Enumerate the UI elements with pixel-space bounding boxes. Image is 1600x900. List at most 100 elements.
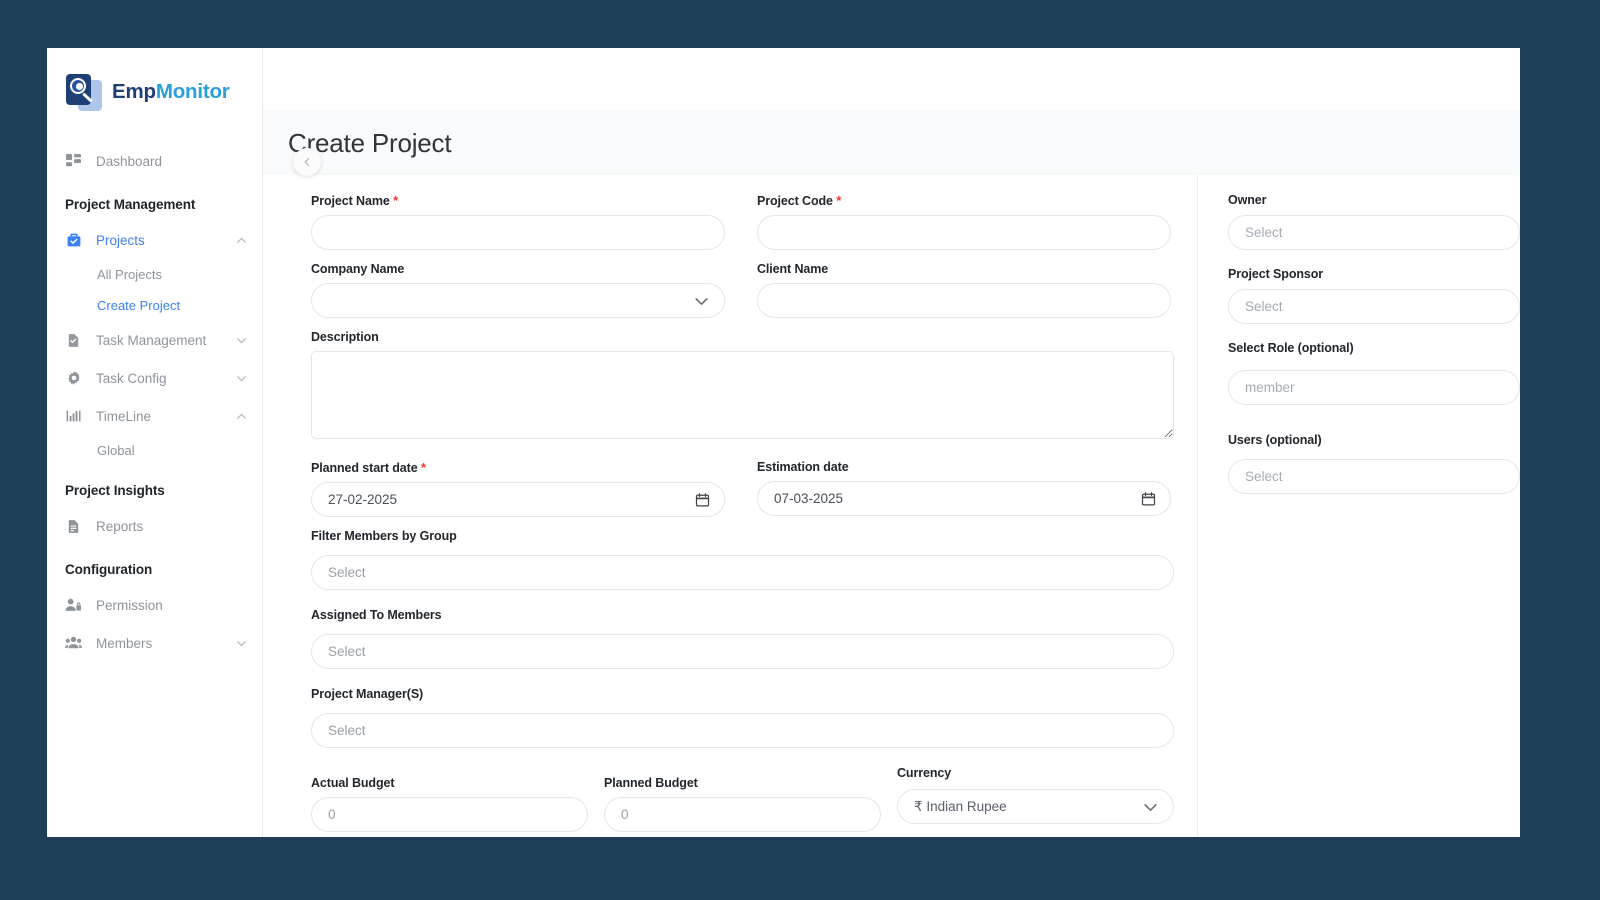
sidebar-subitem-all-projects[interactable]: All Projects bbox=[47, 259, 262, 290]
chevron-up-icon[interactable] bbox=[235, 410, 248, 423]
company-name-select[interactable] bbox=[311, 283, 725, 318]
actual-budget-input[interactable] bbox=[311, 797, 588, 832]
field-project-managers: Project Manager(S) bbox=[311, 687, 1174, 748]
client-name-input[interactable] bbox=[757, 283, 1171, 318]
owner-select[interactable] bbox=[1228, 215, 1520, 250]
filter-members-select[interactable] bbox=[311, 555, 1174, 590]
project-code-input[interactable] bbox=[757, 215, 1171, 250]
page-header: Create Project bbox=[263, 110, 1520, 175]
project-code-label: Project Code * bbox=[757, 193, 842, 208]
field-assigned-to-members: Assigned To Members bbox=[311, 608, 1174, 669]
brand-name-part1: Emp bbox=[112, 80, 156, 103]
field-project-name: Project Name * bbox=[311, 193, 725, 250]
field-filter-members-by-group: Filter Members by Group bbox=[311, 529, 1174, 590]
sidebar-subitem-global[interactable]: Global bbox=[47, 435, 262, 466]
select-role-select[interactable] bbox=[1228, 370, 1520, 405]
field-project-sponsor: Project Sponsor bbox=[1228, 267, 1520, 324]
brand-name-part2: Monitor bbox=[155, 80, 230, 103]
field-description: Description bbox=[311, 330, 1174, 444]
required-marker: * bbox=[836, 193, 842, 208]
sidebar-item-label: Permission bbox=[96, 597, 163, 613]
sidebar-section-project-insights: Project Insights bbox=[65, 483, 165, 498]
sidebar-item-reports[interactable]: Reports bbox=[47, 507, 262, 545]
field-owner: Owner bbox=[1228, 193, 1520, 250]
sidebar-collapse-button[interactable] bbox=[293, 148, 321, 176]
gear-icon bbox=[65, 370, 82, 387]
client-name-label: Client Name bbox=[757, 262, 829, 276]
project-name-label: Project Name * bbox=[311, 193, 399, 208]
chevron-down-icon[interactable] bbox=[235, 334, 248, 347]
sidebar-item-members[interactable]: Members bbox=[47, 624, 262, 662]
sidebar-item-label: Task Config bbox=[96, 370, 167, 386]
company-name-label: Company Name bbox=[311, 262, 405, 276]
field-project-code: Project Code * bbox=[757, 193, 1171, 250]
project-side-panel: Owner Project Sponsor Select Role (optio… bbox=[1198, 175, 1520, 837]
owner-label: Owner bbox=[1228, 193, 1267, 207]
assigned-to-members-label: Assigned To Members bbox=[311, 608, 442, 622]
planned-budget-label: Planned Budget bbox=[604, 776, 698, 790]
field-users: Users (optional) bbox=[1228, 433, 1520, 494]
sidebar-item-label: Dashboard bbox=[96, 153, 163, 169]
description-label: Description bbox=[311, 330, 379, 344]
project-sponsor-label: Project Sponsor bbox=[1228, 267, 1324, 281]
sidebar-item-permission[interactable]: Permission bbox=[47, 586, 262, 624]
sidebar-section-configuration: Configuration bbox=[65, 562, 153, 577]
chevron-down-icon[interactable] bbox=[235, 372, 248, 385]
sidebar-item-task-management[interactable]: Task Management bbox=[47, 321, 262, 359]
sidebar-nav: Dashboard Project Management Projects Al… bbox=[47, 116, 262, 662]
project-sponsor-select[interactable] bbox=[1228, 289, 1520, 324]
sidebar-item-task-config[interactable]: Task Config bbox=[47, 359, 262, 397]
chevron-up-icon[interactable] bbox=[235, 234, 248, 247]
field-planned-budget: Planned Budget bbox=[604, 776, 881, 832]
report-document-icon bbox=[65, 518, 82, 535]
sidebar-item-label: TimeLine bbox=[96, 408, 152, 424]
create-project-card: Project Name * Project Code * Company Na… bbox=[285, 175, 1520, 837]
project-name-input[interactable] bbox=[311, 215, 725, 250]
users-group-icon bbox=[65, 635, 82, 652]
brand-logo[interactable]: EmpMonitor bbox=[47, 62, 262, 116]
estimation-date-input[interactable] bbox=[757, 481, 1171, 516]
planned-start-date-label: Planned start date * bbox=[311, 460, 426, 475]
project-managers-label: Project Manager(S) bbox=[311, 687, 424, 701]
magnifier-person-icon bbox=[65, 73, 103, 111]
sidebar-item-timeline[interactable]: TimeLine bbox=[47, 397, 262, 435]
sidebar-item-label: Task Management bbox=[96, 332, 207, 348]
sidebar-item-dashboard[interactable]: Dashboard bbox=[47, 142, 262, 180]
estimation-date-label: Estimation date bbox=[757, 460, 849, 474]
required-marker: * bbox=[420, 460, 426, 475]
document-check-icon bbox=[65, 332, 82, 349]
project-form: Project Name * Project Code * Company Na… bbox=[285, 175, 1198, 837]
actual-budget-label: Actual Budget bbox=[311, 776, 395, 790]
sidebar-item-label: Reports bbox=[96, 518, 144, 534]
main-area: Create Project Project Name * Project Co… bbox=[263, 48, 1520, 837]
select-role-label: Select Role (optional) bbox=[1228, 341, 1354, 355]
chevron-down-icon[interactable] bbox=[235, 637, 248, 650]
briefcase-check-icon bbox=[65, 232, 82, 249]
field-planned-start-date: Planned start date * bbox=[311, 460, 725, 517]
app-window: EmpMonitor Dashboard Project Management … bbox=[47, 48, 1520, 837]
field-estimation-date: Estimation date bbox=[757, 460, 1171, 517]
user-lock-icon bbox=[65, 597, 82, 614]
topbar bbox=[263, 48, 1520, 110]
description-textarea[interactable] bbox=[311, 351, 1174, 439]
sidebar-item-label: Projects bbox=[96, 232, 145, 248]
sidebar: EmpMonitor Dashboard Project Management … bbox=[47, 48, 263, 837]
sidebar-subitem-create-project[interactable]: Create Project bbox=[47, 290, 262, 321]
currency-select[interactable] bbox=[897, 789, 1174, 824]
sidebar-item-label: Members bbox=[96, 635, 153, 651]
sidebar-section-project-management: Project Management bbox=[65, 197, 196, 212]
planned-budget-input[interactable] bbox=[604, 797, 881, 832]
page-title: Create Project bbox=[288, 128, 452, 158]
chevron-left-icon bbox=[301, 156, 313, 168]
users-select[interactable] bbox=[1228, 459, 1520, 494]
field-actual-budget: Actual Budget bbox=[311, 776, 588, 832]
field-select-role: Select Role (optional) bbox=[1228, 341, 1520, 405]
required-marker: * bbox=[393, 193, 399, 208]
project-managers-select[interactable] bbox=[311, 713, 1174, 748]
currency-label: Currency bbox=[897, 766, 952, 780]
sidebar-item-projects[interactable]: Projects bbox=[47, 221, 262, 259]
users-label: Users (optional) bbox=[1228, 433, 1322, 447]
budget-row: Actual Budget Planned Budget Currency bbox=[311, 766, 1197, 832]
planned-start-date-input[interactable] bbox=[311, 482, 725, 517]
assigned-to-members-select[interactable] bbox=[311, 634, 1174, 669]
